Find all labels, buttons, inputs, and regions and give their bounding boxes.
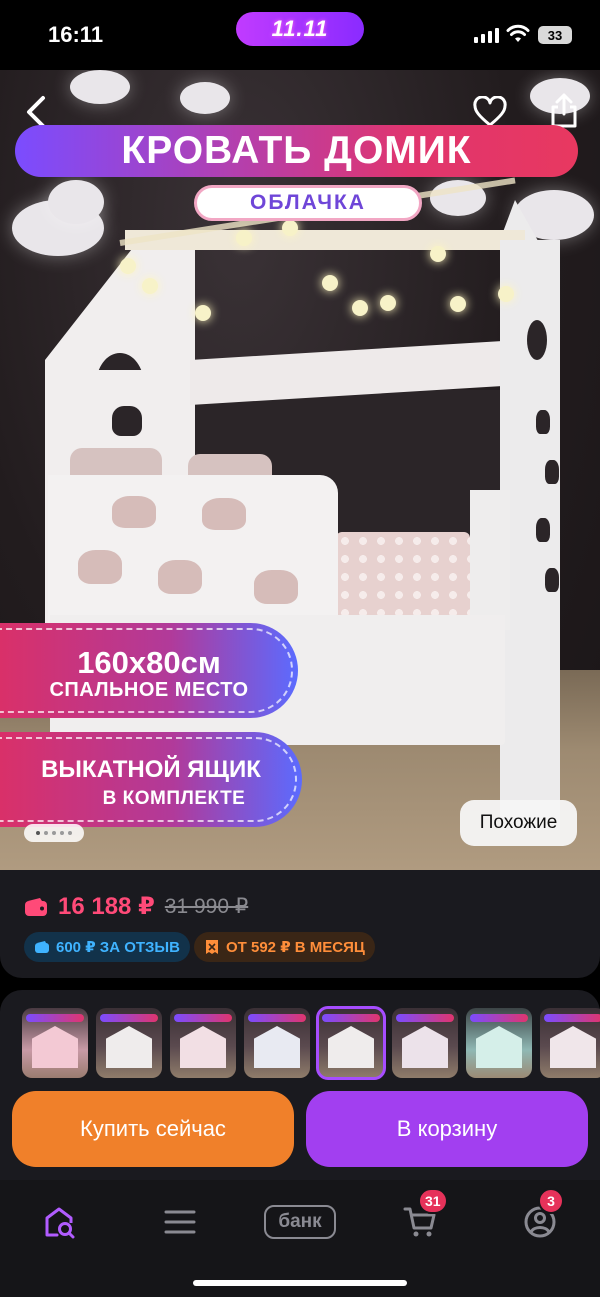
garland-bulb: [322, 275, 338, 291]
size-badge: 160x80см СПАЛЬНОЕ МЕСТО: [0, 623, 298, 718]
bed-cutout: [112, 496, 156, 528]
bed-cutout: [254, 570, 298, 604]
wallet-icon: [25, 897, 47, 916]
similar-button[interactable]: Похожие: [460, 800, 577, 846]
garland-bulb: [498, 286, 514, 302]
home-search-icon: [45, 1207, 75, 1239]
review-bonus-text: 600 ₽ ЗА ОТЗЫВ: [56, 939, 180, 956]
profile-badge: 3: [538, 1188, 564, 1214]
price-section: 16 188 ₽ 31 990 ₽ 600 ₽ ЗА ОТЗЫВ ОТ 592 …: [0, 870, 600, 978]
wifi-icon: [506, 24, 530, 42]
variant-thumbnail[interactable]: [96, 1008, 162, 1078]
image-banner-title: КРОВАТЬ ДОМИК: [15, 125, 578, 177]
status-time: 16:11: [48, 22, 104, 47]
variant-thumbnail[interactable]: [170, 1008, 236, 1078]
tab-catalog[interactable]: [152, 1194, 208, 1250]
old-price: 31 990 ₽: [164, 895, 249, 918]
buy-now-button[interactable]: Купить сейчас: [12, 1091, 294, 1167]
garland-bulb: [450, 296, 466, 312]
cloud-decoration: [70, 70, 130, 104]
variant-thumbnail[interactable]: [392, 1008, 458, 1078]
variant-thumbnail-selected[interactable]: [316, 1006, 386, 1080]
installment-chip[interactable]: ОТ 592 ₽ В МЕСЯЦ: [194, 932, 375, 962]
home-indicator: [193, 1280, 407, 1286]
image-banner-subtitle: ОБЛАЧКА: [194, 185, 422, 221]
tab-bank[interactable]: банк: [262, 1194, 338, 1250]
cart-count-badge: 31: [418, 1188, 448, 1214]
garland-bulb: [352, 300, 368, 316]
bed-cutout: [202, 498, 246, 530]
drawer-badge-title: ВЫКАТНОЙ ЯЩИК: [41, 756, 261, 783]
size-badge-caption: СПАЛЬНОЕ МЕСТО: [49, 679, 249, 701]
bed-cutout: [78, 550, 122, 584]
battery-indicator: 33: [538, 26, 572, 44]
bed-cutout: [545, 460, 559, 484]
promo-logo[interactable]: 11.11: [236, 12, 364, 46]
garland-bulb: [142, 278, 158, 294]
review-bonus-chip[interactable]: 600 ₽ ЗА ОТЗЫВ: [24, 932, 190, 962]
bed-cutout: [112, 406, 142, 436]
garland-bulb: [282, 220, 298, 236]
bed-cutout: [158, 560, 202, 594]
variant-thumbnail[interactable]: [244, 1008, 310, 1078]
garland-bulb: [430, 246, 446, 262]
action-bar: Купить сейчас В корзину: [0, 1085, 600, 1180]
tab-home[interactable]: [32, 1194, 88, 1250]
bed-cutout: [527, 320, 547, 360]
carousel-dots: [24, 824, 84, 842]
current-price: 16 188 ₽: [58, 893, 155, 920]
variant-thumbnail[interactable]: [466, 1008, 532, 1078]
wallet-icon: [35, 941, 49, 953]
installment-text: ОТ 592 ₽ В МЕСЯЦ: [226, 939, 365, 956]
size-badge-value: 160x80см: [77, 645, 221, 680]
bed-cutout: [536, 410, 550, 434]
bed-cutout: [536, 518, 550, 542]
variant-thumbnail[interactable]: [540, 1008, 600, 1078]
product-image-carousel[interactable]: КРОВАТЬ ДОМИК ОБЛАЧКА 160x80см СПАЛЬНОЕ …: [0, 70, 600, 870]
bed-cutout: [545, 568, 559, 592]
heart-icon[interactable]: [472, 96, 508, 128]
garland-bulb: [120, 258, 136, 274]
garland-bulb: [380, 295, 396, 311]
drawer-badge: ВЫКАТНОЙ ЯЩИК В КОМПЛЕКТЕ: [0, 732, 302, 827]
cellular-signal-icon: [474, 28, 499, 43]
garland-bulb: [236, 230, 252, 246]
variant-thumbnails: [0, 990, 600, 1085]
cloud-decoration: [180, 82, 230, 114]
mattress: [336, 532, 470, 628]
installment-icon: [206, 940, 218, 954]
variant-thumbnail[interactable]: [22, 1008, 88, 1078]
add-to-cart-button[interactable]: В корзину: [306, 1091, 588, 1167]
menu-icon: [164, 1210, 196, 1234]
drawer-badge-caption: В КОМПЛЕКТЕ: [102, 788, 246, 809]
bank-label: банк: [264, 1205, 336, 1239]
bed-footboard: [470, 490, 510, 630]
status-bar: 16:11 11.11 33: [0, 0, 600, 70]
garland-bulb: [195, 305, 211, 321]
